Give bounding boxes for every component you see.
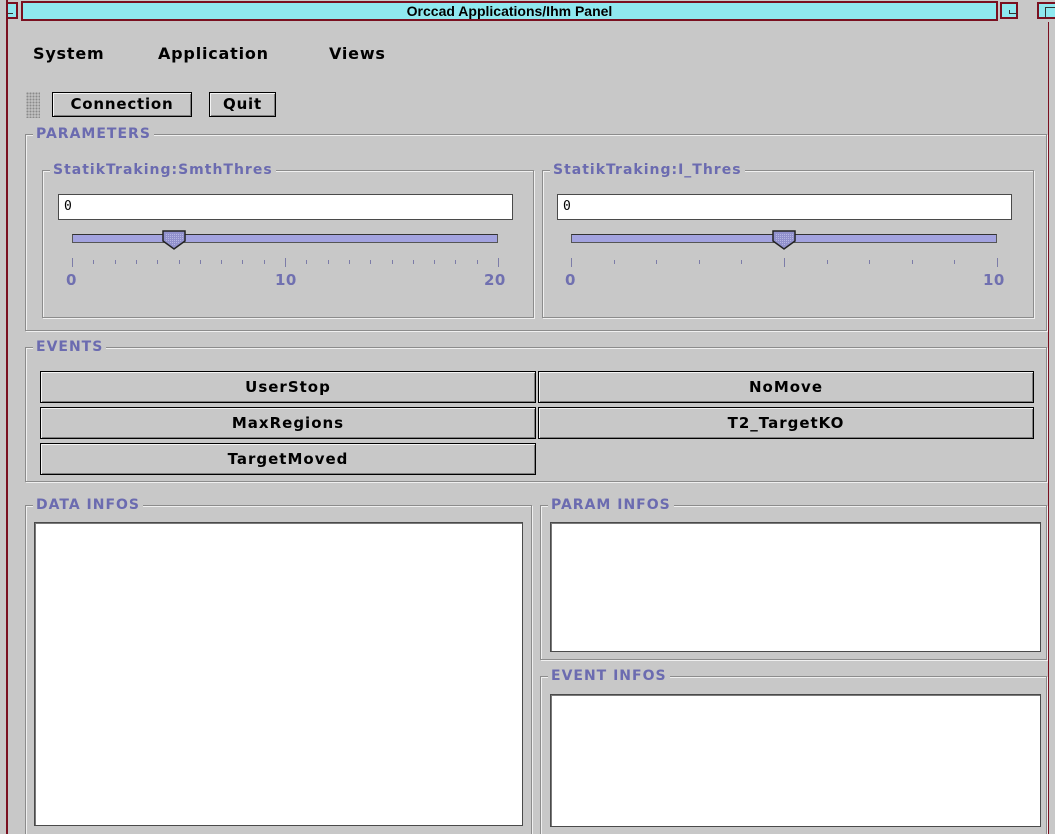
data-infos-text-area[interactable] [34,522,523,826]
slider-tick [413,260,414,264]
slider-tick [328,260,329,264]
event-targetmoved-button[interactable]: TargetMoved [40,443,536,475]
slider-tick [997,258,998,267]
param-infos-text-area[interactable] [550,522,1041,652]
slider-tick [741,260,742,264]
slider-tick [434,260,435,264]
smththres-mid-label: 10 [275,271,297,289]
ithres-label: StatikTraking:I_Thres [550,161,745,179]
slider-tick [869,260,870,264]
quit-button[interactable]: Quit [209,92,276,117]
title-bar: Orccad Applications/Ihm Panel [0,0,1055,22]
ithres-max-label: 10 [983,271,1005,289]
param-infos-label: PARAM INFOS [548,496,674,514]
slider-tick [349,260,350,264]
slider-tick [912,260,913,264]
smththres-slider-group: StatikTraking:SmthThres 0 0 10 20 [42,161,534,318]
connection-button[interactable]: Connection [52,92,192,117]
slider-tick [136,260,137,264]
window-border-left [0,0,8,834]
smththres-slider-thumb[interactable] [162,230,186,250]
slider-tick [477,260,478,264]
slider-tick [498,258,499,267]
slider-tick [614,260,615,264]
events-label: EVENTS [33,338,107,356]
smththres-min-label: 0 [66,271,77,289]
minimize-button[interactable] [1000,2,1018,19]
ithres-slider-thumb[interactable] [772,230,796,250]
slider-tick [93,260,94,264]
slider-tick [784,258,785,267]
event-nomove-button[interactable]: NoMove [538,371,1034,403]
minimize-icon [1009,10,1017,14]
ithres-value-field[interactable]: 0 [557,194,1012,220]
slider-tick [455,260,456,264]
slider-tick [157,260,158,264]
events-group: EVENTS UserStop NoMove MaxRegions T2_Tar… [25,338,1047,482]
menu-system[interactable]: System [33,44,104,63]
ithres-min-label: 0 [565,271,576,289]
window-title: Orccad Applications/Ihm Panel [21,1,998,21]
slider-tick [656,260,657,264]
slider-tick [954,260,955,264]
slider-tick [200,260,201,264]
event-maxregions-button[interactable]: MaxRegions [40,407,536,439]
slider-tick [72,258,73,267]
smththres-slider-track[interactable] [72,234,498,243]
maximize-icon [1045,7,1055,18]
maximize-button[interactable] [1037,2,1055,19]
slider-tick [306,260,307,264]
event-t2-targetko-button[interactable]: T2_TargetKO [538,407,1034,439]
event-userstop-button[interactable]: UserStop [40,371,536,403]
toolbar-grip-handle[interactable] [26,92,40,118]
slider-tick [115,260,116,264]
param-infos-group: PARAM INFOS [540,496,1047,660]
slider-tick [242,260,243,264]
parameters-group: PARAMETERS StatikTraking:SmthThres 0 0 1… [25,125,1047,331]
data-infos-label: DATA INFOS [33,496,144,514]
data-infos-group: DATA INFOS [25,496,532,834]
ithres-slider-group: StatikTraking:I_Thres 0 0 10 [542,161,1034,318]
slider-tick [264,260,265,264]
parameters-label: PARAMETERS [33,125,154,143]
slider-tick [571,258,572,267]
window-border-right [1048,22,1055,834]
smththres-max-label: 20 [484,271,506,289]
menu-views[interactable]: Views [329,44,386,63]
slider-tick [699,260,700,264]
menu-application[interactable]: Application [158,44,269,63]
slider-tick [370,260,371,264]
slider-tick [179,260,180,264]
slider-tick [285,258,286,267]
smththres-value-field[interactable]: 0 [58,194,513,220]
slider-tick [221,260,222,264]
event-infos-group: EVENT INFOS [540,667,1047,834]
slider-tick [827,260,828,264]
event-infos-text-area[interactable] [550,694,1041,827]
slider-tick [392,260,393,264]
smththres-label: StatikTraking:SmthThres [50,161,276,179]
event-infos-label: EVENT INFOS [548,667,670,685]
